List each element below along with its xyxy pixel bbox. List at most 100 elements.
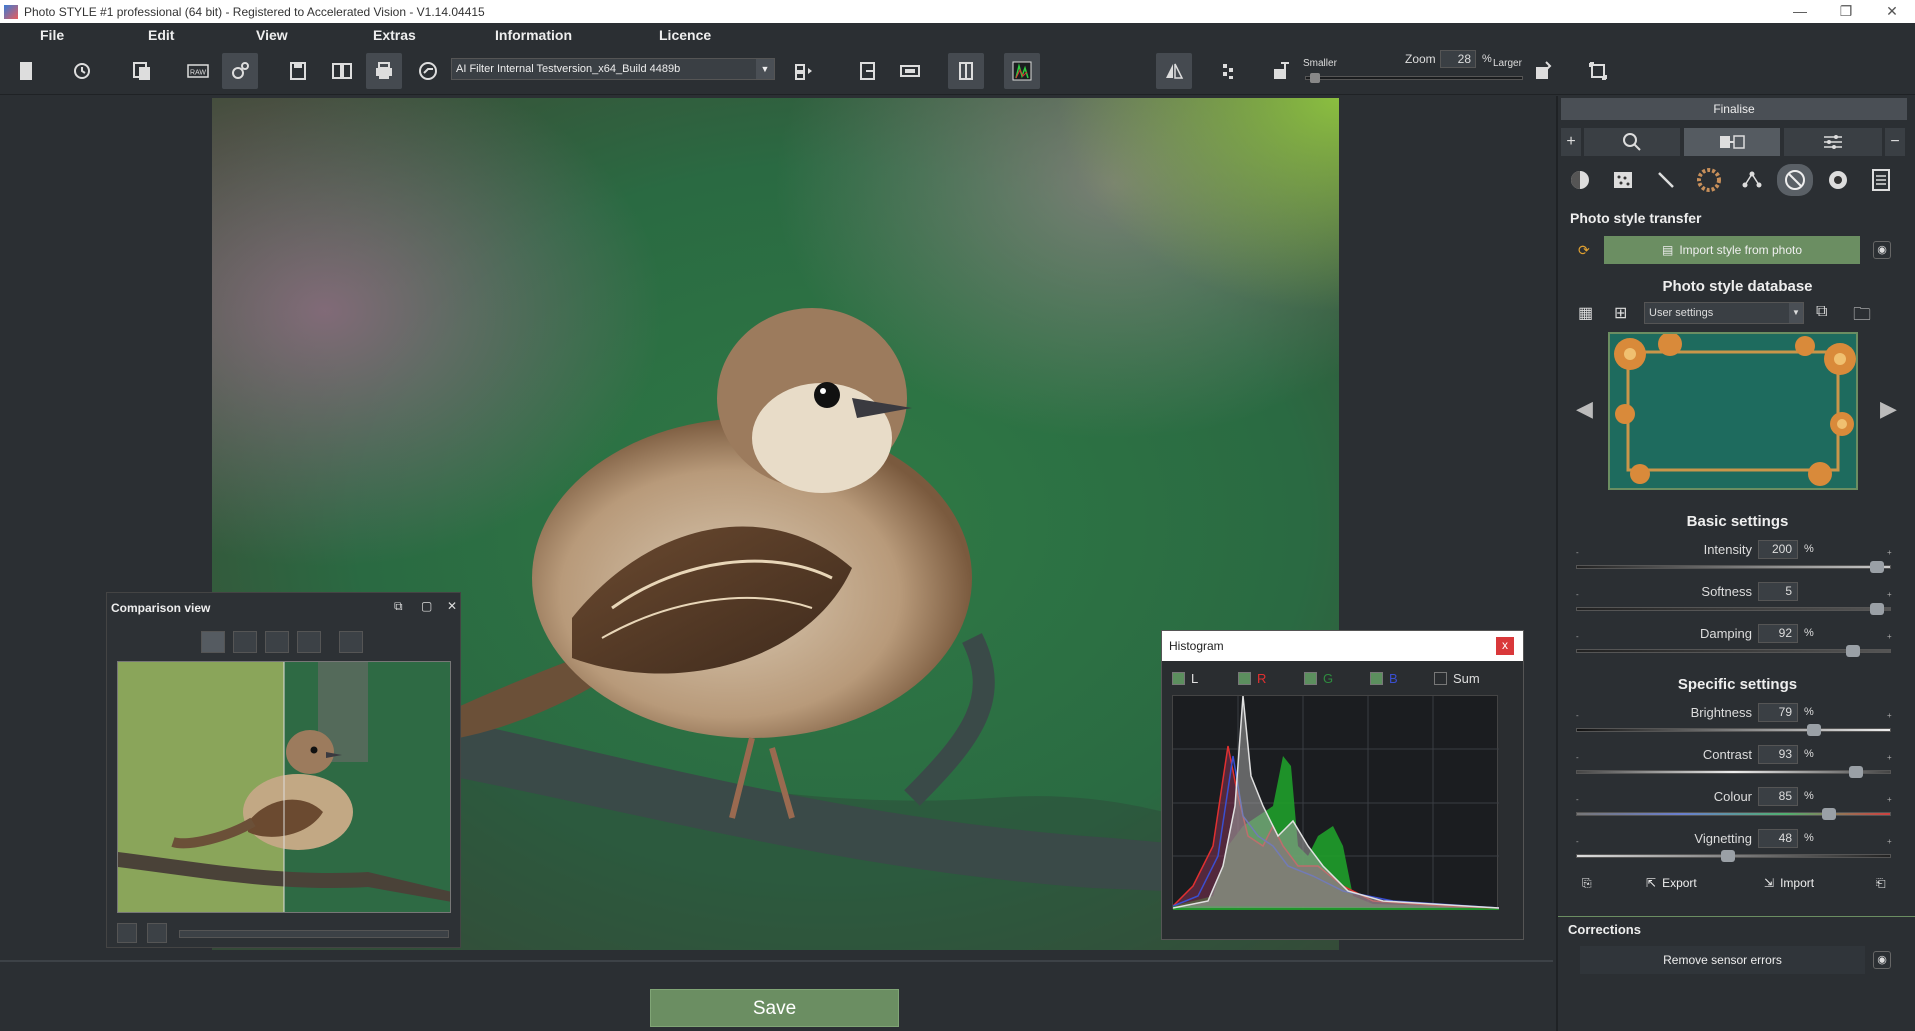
- chevron-down-icon[interactable]: ▼: [1789, 303, 1803, 323]
- save-all-icon[interactable]: [324, 53, 360, 89]
- intensity-slider-thumb[interactable]: [1870, 561, 1885, 573]
- compare-grid-icon[interactable]: [339, 631, 363, 653]
- copy-icon[interactable]: ⧉: [1816, 303, 1827, 321]
- softness-slider-thumb[interactable]: [1870, 603, 1885, 615]
- aperture-icon[interactable]: [1820, 164, 1856, 196]
- rotate-icon[interactable]: [1580, 53, 1616, 89]
- brush-icon[interactable]: [1648, 164, 1684, 196]
- contrast-input[interactable]: 93: [1758, 745, 1798, 764]
- export-button[interactable]: ⇱ Export: [1646, 876, 1697, 890]
- next-style-icon[interactable]: ▶: [1880, 396, 1897, 422]
- previous-style-icon[interactable]: ◀: [1576, 396, 1593, 422]
- share-icon[interactable]: [410, 53, 446, 89]
- menu-extras[interactable]: Extras: [373, 27, 416, 43]
- contrast-slider-thumb[interactable]: [1849, 766, 1864, 778]
- style-thumbnail[interactable]: [1608, 332, 1858, 490]
- import-style-button[interactable]: ▤ Import style from photo: [1604, 236, 1860, 264]
- channel-sum-checkbox[interactable]: Sum: [1434, 671, 1480, 686]
- vignetting-slider-thumb[interactable]: [1720, 850, 1735, 862]
- brightness-slider[interactable]: [1576, 724, 1891, 736]
- print-icon[interactable]: [366, 53, 402, 89]
- vignetting-input[interactable]: 48: [1758, 829, 1798, 848]
- close-icon[interactable]: ✕: [447, 599, 457, 613]
- zoom-in-icon[interactable]: [1526, 53, 1562, 89]
- zoom-slider[interactable]: [1305, 73, 1523, 83]
- raw-icon[interactable]: RAW: [180, 53, 216, 89]
- menu-information[interactable]: Information: [495, 27, 572, 43]
- mirror-icon[interactable]: [1156, 53, 1192, 89]
- softness-slider[interactable]: [1576, 603, 1891, 615]
- search-icon[interactable]: [1584, 128, 1680, 156]
- eye-icon[interactable]: ◉: [1873, 241, 1891, 259]
- plus-icon[interactable]: +: [1561, 128, 1581, 156]
- checkbox-icon[interactable]: [1238, 672, 1251, 685]
- import-button[interactable]: ⇲ Import: [1764, 876, 1814, 890]
- fit-window-icon[interactable]: [892, 53, 928, 89]
- colour-wheel-icon[interactable]: [1691, 164, 1727, 196]
- colour-input[interactable]: 85: [1758, 787, 1798, 806]
- split-diagonal-alt-icon[interactable]: [297, 631, 321, 653]
- split-diagonal-icon[interactable]: [265, 631, 289, 653]
- undock-icon[interactable]: ⧉: [394, 599, 403, 614]
- contrast-slider[interactable]: [1576, 766, 1891, 778]
- new-file-icon[interactable]: [8, 53, 44, 89]
- brightness-input[interactable]: 79: [1758, 703, 1798, 722]
- grain-icon[interactable]: [1605, 164, 1641, 196]
- comparison-slider[interactable]: [179, 930, 449, 938]
- histogram-close-button[interactable]: x: [1496, 637, 1514, 655]
- layout-icon[interactable]: [786, 53, 822, 89]
- channel-r-checkbox[interactable]: R: [1238, 671, 1266, 686]
- zoom-out-icon[interactable]: [1264, 53, 1300, 89]
- document-icon[interactable]: [1863, 164, 1899, 196]
- zoom-input[interactable]: 28: [1440, 50, 1476, 68]
- damping-input[interactable]: 92: [1758, 624, 1798, 643]
- tone-icon[interactable]: [1562, 164, 1598, 196]
- compare-after-icon[interactable]: [147, 923, 167, 943]
- zoom-slider-thumb[interactable]: [1310, 73, 1321, 83]
- minimize-icon[interactable]: —: [1777, 0, 1823, 23]
- batch-icon[interactable]: [124, 53, 160, 89]
- histogram-toggle-icon[interactable]: [1004, 53, 1040, 89]
- grid-view-icon[interactable]: ▦: [1578, 303, 1593, 323]
- save-preset-icon[interactable]: ⎘: [1582, 876, 1592, 891]
- chevron-down-icon[interactable]: ▼: [756, 59, 774, 79]
- maximize-icon[interactable]: ▢: [421, 599, 432, 613]
- settings-gears-icon[interactable]: [222, 53, 258, 89]
- vignetting-slider[interactable]: [1576, 850, 1891, 862]
- add-style-icon[interactable]: ⊞: [1614, 303, 1627, 323]
- remove-sensor-errors-button[interactable]: Remove sensor errors: [1580, 946, 1865, 974]
- history-icon[interactable]: [64, 53, 100, 89]
- load-preset-icon[interactable]: ⎗: [1876, 876, 1886, 891]
- channel-b-checkbox[interactable]: B: [1370, 671, 1398, 686]
- style-filter-icon[interactable]: [1777, 164, 1813, 196]
- checkbox-icon[interactable]: [1370, 672, 1383, 685]
- channel-l-checkbox[interactable]: L: [1172, 671, 1198, 686]
- split-horizontal-icon[interactable]: [233, 631, 257, 653]
- compare-before-icon[interactable]: [117, 923, 137, 943]
- eye-icon[interactable]: ◉: [1873, 951, 1891, 969]
- save-button[interactable]: Save: [650, 989, 899, 1027]
- softness-input[interactable]: 5: [1758, 582, 1798, 601]
- menu-licence[interactable]: Licence: [659, 27, 711, 43]
- compare-split-icon[interactable]: [948, 53, 984, 89]
- menu-edit[interactable]: Edit: [148, 27, 174, 43]
- comparison-image[interactable]: [117, 661, 451, 913]
- channel-g-checkbox[interactable]: G: [1304, 671, 1333, 686]
- noise-icon[interactable]: [1210, 53, 1246, 89]
- finalise-button[interactable]: Finalise: [1561, 98, 1907, 120]
- damping-slider-thumb[interactable]: [1846, 645, 1861, 657]
- colour-slider-thumb[interactable]: [1822, 808, 1837, 820]
- save-icon[interactable]: [280, 53, 316, 89]
- checkbox-icon[interactable]: [1434, 672, 1447, 685]
- damping-slider[interactable]: [1576, 645, 1891, 657]
- intensity-slider[interactable]: [1576, 561, 1891, 573]
- intensity-input[interactable]: 200: [1758, 540, 1798, 559]
- brightness-slider-thumb[interactable]: [1807, 724, 1822, 736]
- export-icon[interactable]: [850, 53, 886, 89]
- refresh-icon[interactable]: ⟳: [1578, 242, 1590, 259]
- filter-select[interactable]: AI Filter Internal Testversion_x64_Build…: [451, 58, 775, 80]
- close-icon[interactable]: ✕: [1869, 0, 1915, 23]
- nodes-icon[interactable]: [1734, 164, 1770, 196]
- database-select[interactable]: User settings ▼: [1644, 302, 1804, 324]
- style-transfer-tab-icon[interactable]: [1684, 128, 1780, 156]
